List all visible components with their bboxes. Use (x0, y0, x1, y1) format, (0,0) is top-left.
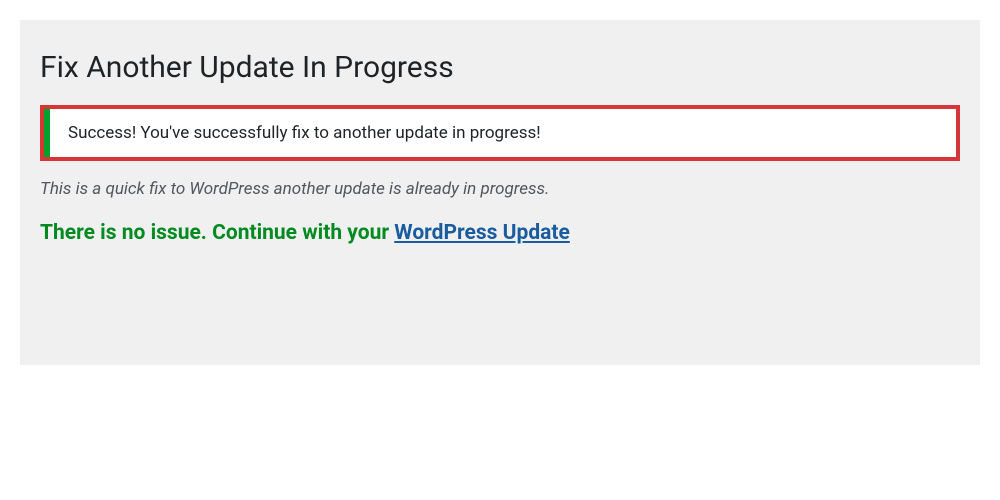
description-text: This is a quick fix to WordPress another… (40, 179, 960, 199)
page-title: Fix Another Update In Progress (40, 50, 960, 85)
notice-message: Success! You've successfully fix to anot… (68, 123, 938, 143)
wordpress-update-link[interactable]: WordPress Update (394, 221, 570, 245)
status-text: There is no issue. Continue with your (40, 221, 394, 245)
status-line: There is no issue. Continue with your Wo… (40, 221, 960, 245)
success-notice: Success! You've successfully fix to anot… (44, 109, 956, 157)
admin-panel: Fix Another Update In Progress Success! … (20, 20, 980, 365)
notice-highlight-box: Success! You've successfully fix to anot… (40, 105, 960, 161)
